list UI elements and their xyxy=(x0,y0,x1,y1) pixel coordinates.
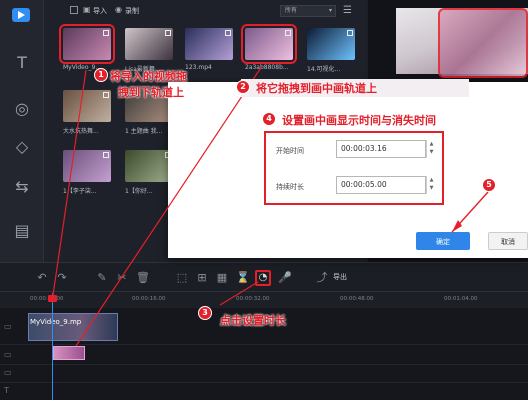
menu-icon[interactable]: ☰ xyxy=(343,5,352,16)
media-item[interactable]: 2a3ab8808b... xyxy=(241,24,301,74)
step1-note-line1: 将导入的视频拖 xyxy=(110,70,187,83)
step3-note: 点击设置时长 xyxy=(220,314,286,327)
duration-label: 持续时长 xyxy=(276,183,304,191)
cut-icon[interactable]: ✂ xyxy=(116,272,128,284)
filmstrip-icon[interactable]: ▤ xyxy=(11,220,33,242)
media-caption: 1【李子柒... xyxy=(63,188,97,195)
music-track-icon: T xyxy=(4,386,9,395)
start-time-input[interactable]: 00:00:03.16 xyxy=(336,140,426,158)
timeline-ruler[interactable]: 00:00:00.00 00:00:16.00 00:00:32.00 00:0… xyxy=(0,292,528,308)
media-checkbox[interactable] xyxy=(347,30,353,36)
media-checkbox[interactable] xyxy=(103,30,109,36)
filter-select[interactable]: 所有 xyxy=(280,5,336,17)
ruler-tick: 00:00:16.00 xyxy=(132,296,166,302)
step4-note: 设置画中画显示时间与消失时间 xyxy=(282,114,436,127)
tool-rail: T ◎ ◇ ⇆ ▤ xyxy=(0,0,44,262)
mic-icon[interactable]: 🎤 xyxy=(278,272,292,284)
delete-icon[interactable]: 🗑 xyxy=(136,272,150,284)
step2-badge: 2 xyxy=(236,80,250,94)
pip-track-icon: ▭ xyxy=(4,350,12,359)
media-caption: 123.mp4 xyxy=(185,64,212,71)
ok-button[interactable]: 确定 xyxy=(416,232,470,250)
media-item[interactable]: 123.mp4 xyxy=(185,28,241,74)
playhead-handle[interactable] xyxy=(48,295,57,302)
media-checkbox[interactable] xyxy=(103,152,109,158)
start-time-label: 开始时间 xyxy=(276,147,304,155)
ruler-tick: 00:00:32.00 xyxy=(236,296,270,302)
import-icon: ▣ xyxy=(83,5,91,14)
app-logo-icon xyxy=(12,8,30,22)
pip-overlay-preview[interactable] xyxy=(438,8,528,78)
cancel-button[interactable]: 取消 xyxy=(488,232,528,250)
text-icon[interactable]: T xyxy=(11,52,33,74)
record-icon: ◉ xyxy=(115,5,122,14)
export-button[interactable]: 导出 xyxy=(333,272,347,282)
import-button[interactable]: 导入 xyxy=(93,6,107,16)
speed-icon[interactable]: ⌛ xyxy=(236,272,250,284)
set-duration-button[interactable]: ◔ xyxy=(255,270,271,286)
media-caption: 14.可视化... xyxy=(307,66,341,73)
transition-icon[interactable]: ⇆ xyxy=(11,176,33,198)
redo-icon[interactable]: ↷ xyxy=(56,272,68,284)
start-time-control: 00:00:03.16 ▲ ▼ xyxy=(336,140,442,158)
step1-note-line2: 拽到下轨道上 xyxy=(118,86,184,99)
media-checkbox[interactable] xyxy=(225,30,231,36)
record-button[interactable]: 录制 xyxy=(125,6,139,16)
text-track-icon: ▭ xyxy=(4,368,12,377)
media-item[interactable]: 大水坑热舞... xyxy=(63,90,119,136)
track-divider xyxy=(0,382,528,383)
duration-control: 00:00:05.00 ▲ ▼ xyxy=(336,176,442,194)
duration-input[interactable]: 00:00:05.00 xyxy=(336,176,426,194)
playhead[interactable] xyxy=(52,293,53,400)
step3-badge: 3 xyxy=(198,306,212,320)
media-checkbox[interactable] xyxy=(103,92,109,98)
library-toolbar: ▣ 导入 ◉ 录制 所有 ☰ xyxy=(45,0,365,22)
overlay-icon[interactable]: ◇ xyxy=(11,136,33,158)
mosaic-icon[interactable]: ▦ xyxy=(216,272,228,284)
edit-icon[interactable]: ✎ xyxy=(96,272,108,284)
zoom-icon[interactable]: ⊞ xyxy=(196,272,208,284)
media-item[interactable]: 1【李子柒... xyxy=(63,150,119,196)
start-time-spinner[interactable]: ▲ ▼ xyxy=(426,140,436,158)
step4-badge: 4 xyxy=(262,112,276,126)
media-checkbox[interactable] xyxy=(165,30,171,36)
video-track-icon: ▭ xyxy=(4,322,12,331)
media-caption: 大水坑热舞... xyxy=(63,128,99,135)
step2-note: 将它拖拽到画中画轨道上 xyxy=(256,82,377,95)
track-divider xyxy=(0,364,528,365)
media-caption: 2a3ab8808b... xyxy=(245,64,289,71)
step5-badge: 5 xyxy=(482,178,496,192)
track-divider xyxy=(0,344,528,345)
duration-spinner[interactable]: ▲ ▼ xyxy=(426,176,436,194)
media-checkbox[interactable] xyxy=(285,30,291,36)
ruler-tick: 00:00:00.00 xyxy=(30,296,64,302)
clip-label: MyVideo_9.mp xyxy=(30,318,82,326)
media-item[interactable]: 14.可视化... xyxy=(307,28,363,74)
ruler-tick: 00:00:48.00 xyxy=(340,296,374,302)
undo-icon[interactable]: ↶ xyxy=(36,272,48,284)
filter-icon[interactable]: ◎ xyxy=(11,98,33,120)
ruler-tick: 00:01:04.00 xyxy=(444,296,478,302)
export-icon[interactable]: ⤴ xyxy=(316,272,328,284)
select-all-checkbox[interactable] xyxy=(70,6,78,14)
step1-badge: 1 xyxy=(94,68,108,82)
timeline-toolbar: ↶ ↷ ✎ ✂ 🗑 ⬚ ⊞ ▦ ⌛ ◔ 🎤 ⤴ 导出 xyxy=(0,262,528,292)
pip-clip[interactable] xyxy=(53,346,85,360)
crop-icon[interactable]: ⬚ xyxy=(176,272,188,284)
